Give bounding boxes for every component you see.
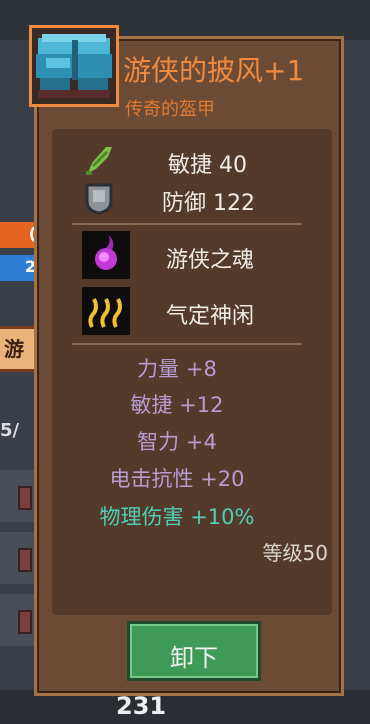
bonus-shock-resistance: 电击抗性 +20 bbox=[109, 467, 245, 491]
stat-defense: 防御 122 bbox=[162, 191, 255, 216]
slot-notch bbox=[18, 548, 32, 572]
feather-agility-icon bbox=[86, 147, 112, 175]
skill-composure: 气定神闲 bbox=[166, 304, 255, 329]
item-level: 等级50 bbox=[262, 541, 328, 565]
item-tooltip: 游侠的披风+1 传奇的盔甲 敏捷 40 防御 122 游侠之魂 气定神闲 力量 … bbox=[29, 25, 344, 696]
item-rarity: 传奇的盔甲 bbox=[125, 99, 215, 120]
stat-agility: 敏捷 40 bbox=[168, 153, 247, 178]
item-icon-frame bbox=[29, 25, 119, 107]
stat-row-defense: 防御 122 bbox=[52, 181, 302, 216]
divider bbox=[72, 223, 302, 225]
bonus-agility: 敏捷 +12 bbox=[130, 393, 224, 417]
unequip-button-label: 卸下 bbox=[170, 644, 218, 672]
background-bottom-number: 231 bbox=[116, 692, 167, 720]
background-side-text: 5/ bbox=[0, 420, 20, 441]
shield-defense-icon bbox=[85, 183, 113, 215]
slot-notch bbox=[18, 610, 32, 634]
bonus-physical-damage: 物理伤害 +10% bbox=[99, 505, 255, 529]
bonus-intelligence: 智力 +4 bbox=[137, 430, 217, 454]
steam-calm-icon bbox=[82, 287, 130, 335]
stat-row-agility: 敏捷 40 bbox=[52, 143, 302, 178]
item-name: 游侠的披风+1 bbox=[123, 54, 305, 87]
purple-soul-orb-icon bbox=[82, 231, 130, 279]
bonus-strength: 力量 +8 bbox=[137, 357, 217, 381]
unequip-button[interactable]: 卸下 bbox=[127, 621, 261, 681]
item-details-panel: 敏捷 40 防御 122 游侠之魂 气定神闲 力量 +8 敏捷 +12 智力 +… bbox=[52, 129, 332, 615]
divider bbox=[72, 343, 302, 345]
skill-row-composure: 气定神闲 bbox=[52, 287, 302, 337]
skill-ranger-soul: 游侠之魂 bbox=[166, 248, 255, 273]
background-slot[interactable] bbox=[0, 532, 38, 584]
blue-cloak-icon bbox=[36, 34, 112, 98]
skill-row-ranger-soul: 游侠之魂 bbox=[52, 231, 302, 281]
slot-notch bbox=[18, 486, 32, 510]
background-slot[interactable] bbox=[0, 470, 38, 522]
background-slot[interactable] bbox=[0, 594, 38, 646]
